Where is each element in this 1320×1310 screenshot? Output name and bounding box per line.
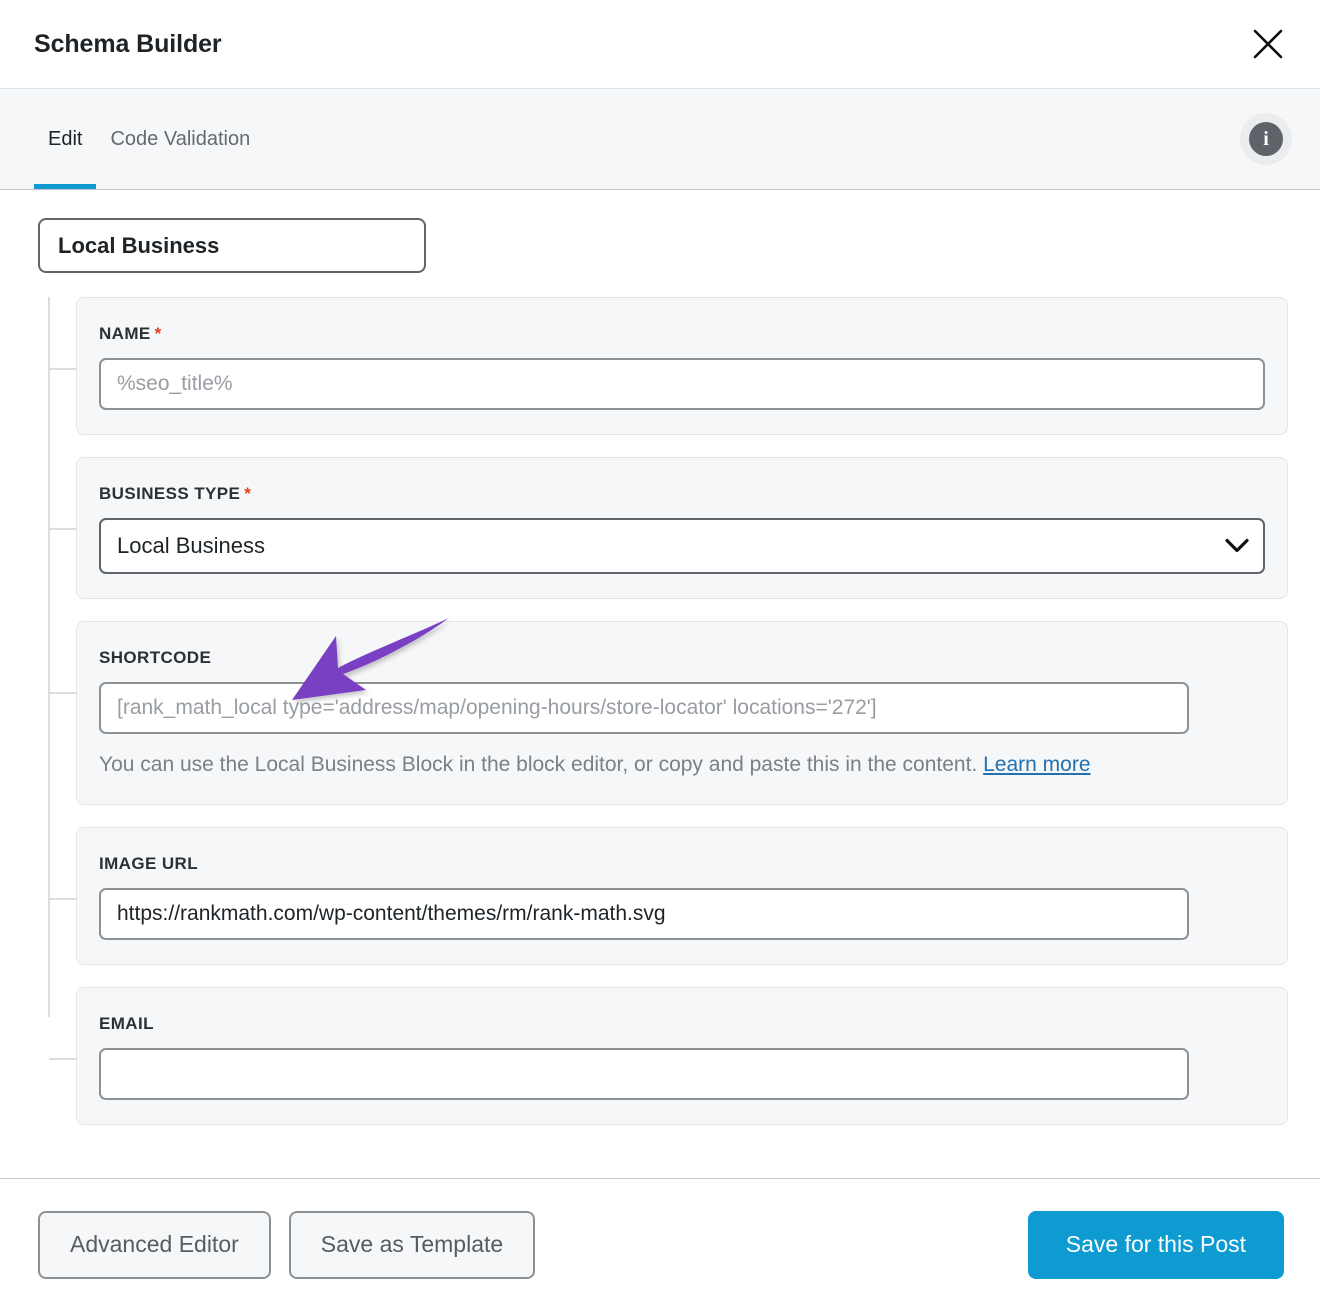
field-group-business-type: BUSINESS TYPE * Local Business [49, 457, 1288, 599]
image-url-input[interactable] [99, 887, 1189, 940]
info-button[interactable]: i [1240, 113, 1292, 165]
schema-root-type[interactable]: Local Business [38, 218, 426, 273]
save-as-template-button[interactable]: Save as Template [288, 1210, 536, 1279]
field-label-shortcode: SHORTCODE [99, 648, 212, 667]
shortcode-input[interactable] [99, 682, 1189, 734]
field-label-business-type: BUSINESS TYPE * [99, 484, 252, 503]
email-input[interactable] [99, 1047, 1189, 1100]
tab-code-validation[interactable]: Code Validation [96, 89, 264, 189]
tree-branch-connector [49, 897, 77, 900]
tab-edit[interactable]: Edit [34, 89, 97, 189]
shortcode-help-text: You can use the Local Business Block in … [99, 750, 1169, 780]
learn-more-link[interactable]: Learn more [983, 753, 1090, 776]
save-for-this-post-button[interactable]: Save for this Post [1027, 1210, 1284, 1279]
business-type-select[interactable]: Local Business [99, 518, 1265, 574]
advanced-editor-button[interactable]: Advanced Editor [38, 1210, 271, 1279]
modal-header: Schema Builder [0, 0, 1320, 89]
field-label-name: NAME * [99, 324, 162, 343]
modal-footer: Advanced Editor Save as Template Save fo… [0, 1178, 1320, 1310]
info-icon: i [1249, 122, 1283, 156]
shortcode-help-sentence: You can use the Local Business Block in … [99, 753, 984, 776]
tree-branch-connector [49, 528, 77, 530]
tree-branch-connector [49, 692, 77, 694]
schema-property-tree: NAME* BUSINESS TYPE* Local Business [38, 297, 1288, 1125]
field-label-image-url: IMAGE URL [99, 853, 198, 873]
schema-editor-body[interactable]: Local Business NAME* BUSINESS TYPE* Loca… [0, 190, 1320, 1178]
required-marker: * [244, 484, 252, 503]
required-marker: * [154, 324, 162, 343]
close-button[interactable] [1246, 22, 1290, 66]
tab-bar: Edit Code Validation i [0, 89, 1320, 190]
page-title: Schema Builder [34, 29, 222, 58]
tree-branch-connector [49, 1057, 77, 1060]
field-group-name: NAME * [49, 297, 1288, 435]
name-input[interactable] [99, 358, 1265, 410]
field-group-shortcode: SHORTCODE You can use the Local Business… [49, 621, 1288, 805]
tree-branch-connector [49, 368, 77, 370]
schema-builder-modal: Schema Builder Edit Code Validation i Lo… [0, 0, 1320, 1310]
field-group-email: EMAIL [49, 986, 1288, 1125]
field-group-image-url: IMAGE URL [49, 826, 1288, 965]
field-label-email: EMAIL [99, 1013, 154, 1033]
close-icon [1253, 29, 1283, 59]
